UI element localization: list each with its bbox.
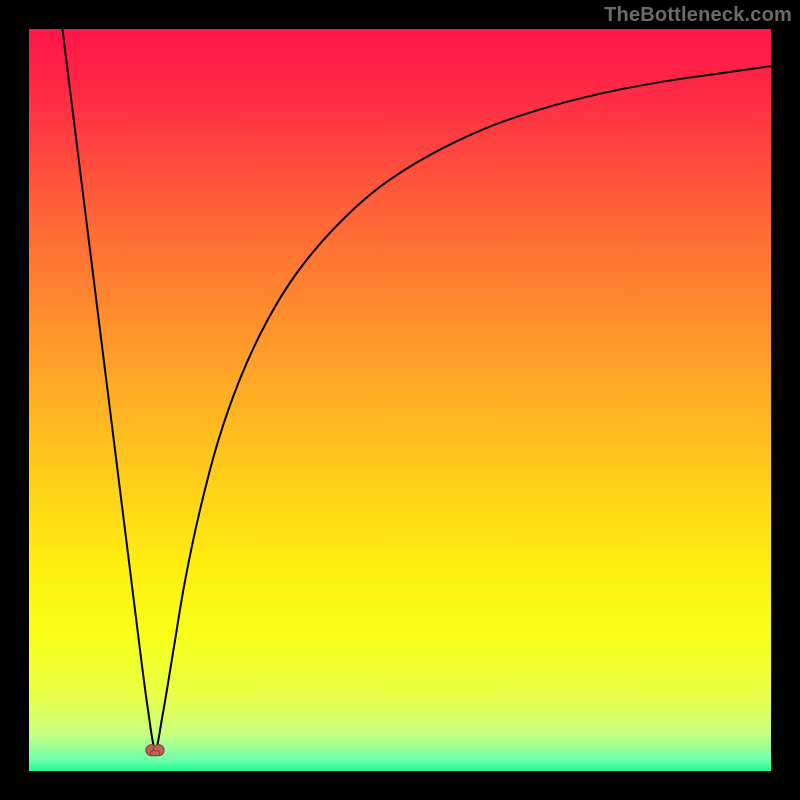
chart-container: TheBottleneck.com [0, 0, 800, 800]
plot-area [29, 29, 771, 771]
watermark-label: TheBottleneck.com [604, 4, 792, 27]
